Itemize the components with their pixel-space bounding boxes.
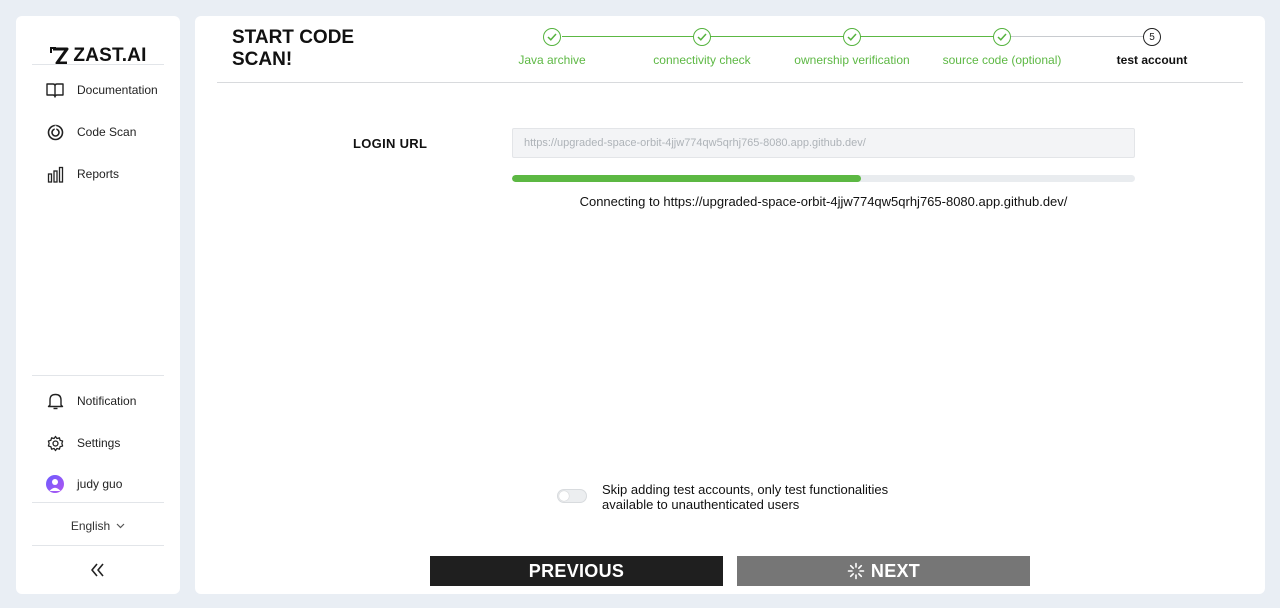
skip-test-accounts-label: Skip adding test accounts, only test fun… <box>602 482 889 512</box>
sidebar-item-label: Settings <box>77 436 121 450</box>
loading-spinner-icon <box>847 562 865 580</box>
double-chevron-left-icon[interactable] <box>88 560 108 580</box>
sidebar-item-reports[interactable]: Reports <box>46 162 119 186</box>
sidebar-divider <box>32 545 164 546</box>
header-divider <box>217 82 1243 83</box>
sidebar-item-settings[interactable]: Settings <box>46 431 120 455</box>
sidebar-divider <box>32 64 164 65</box>
page-title: START CODE SCAN! <box>232 27 355 70</box>
login-url-input[interactable] <box>512 128 1135 158</box>
main-panel: START CODE SCAN! 5 Java archive connecti… <box>195 16 1265 594</box>
previous-button[interactable]: PREVIOUS <box>430 556 723 586</box>
previous-button-label: PREVIOUS <box>528 560 625 581</box>
sidebar-item-notification[interactable]: Notification <box>46 389 136 413</box>
connection-status-text: Connecting to https://upgraded-space-orb… <box>579 194 1068 209</box>
step-label-java-archive: Java archive <box>518 53 586 67</box>
toggle-knob <box>559 491 569 501</box>
sidebar-item-label: Notification <box>77 394 137 408</box>
step-2-check-icon <box>693 28 711 46</box>
step-5-number: 5 <box>1143 28 1161 46</box>
sidebar-divider <box>32 375 164 376</box>
step-label-connectivity-check: connectivity check <box>653 53 751 67</box>
sidebar-item-label: Reports <box>77 167 120 181</box>
book-icon <box>46 81 64 99</box>
stepper-line-complete <box>562 36 1002 37</box>
step-label-test-account: test account <box>1116 53 1188 67</box>
language-selector[interactable]: English <box>16 519 180 533</box>
avatar-icon <box>46 475 64 493</box>
sidebar-item-code-scan[interactable]: Code Scan <box>46 120 136 144</box>
user-name: judy guo <box>77 477 123 491</box>
language-label: English <box>70 519 111 533</box>
sidebar-divider <box>32 502 164 503</box>
step-4-check-icon <box>993 28 1011 46</box>
next-button[interactable]: NEXT <box>737 556 1030 586</box>
step-3-check-icon <box>843 28 861 46</box>
stepper-line-pending <box>1002 36 1152 37</box>
step-label-source-code: source code (optional) <box>942 53 1062 67</box>
bell-icon <box>46 392 64 410</box>
skip-test-accounts-toggle[interactable] <box>557 489 587 503</box>
sidebar-item-documentation[interactable]: Documentation <box>46 78 158 102</box>
step-1-check-icon <box>543 28 561 46</box>
sidebar-item-user[interactable]: judy guo <box>46 472 122 496</box>
bar-chart-icon <box>46 165 64 183</box>
sidebar: ZAST.AI Documentation Code Scan Reports … <box>16 16 180 594</box>
sidebar-item-label: Documentation <box>77 83 158 97</box>
next-button-label: NEXT <box>870 560 921 581</box>
chevron-down-icon <box>116 523 125 529</box>
connection-progress-bar <box>512 175 1135 182</box>
gear-icon <box>46 434 64 452</box>
step-label-ownership-verification: ownership verification <box>794 53 910 67</box>
progress-fill <box>512 175 861 182</box>
scan-icon <box>46 123 64 141</box>
sidebar-item-label: Code Scan <box>77 125 137 139</box>
login-url-label: LOGIN URL <box>353 136 428 151</box>
